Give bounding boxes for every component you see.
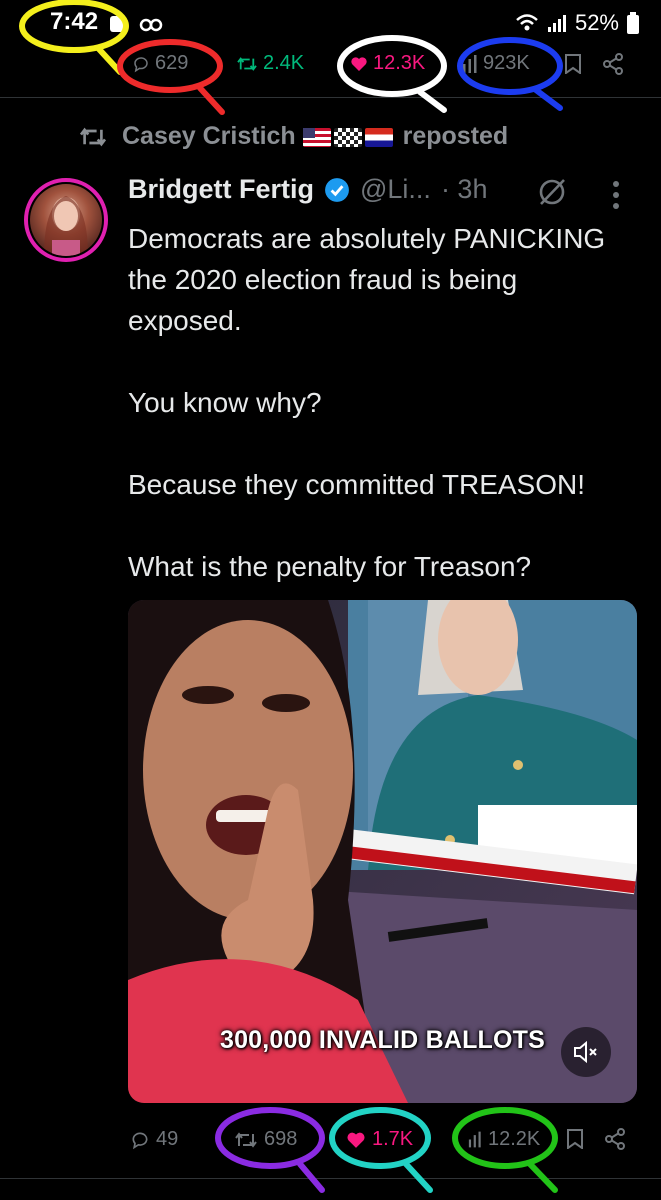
- like-count: 1.7K: [372, 1128, 414, 1150]
- reply-icon: [130, 1130, 150, 1150]
- divider: [0, 1178, 661, 1179]
- like-icon: [350, 55, 368, 72]
- top-reply-button[interactable]: 629: [132, 52, 188, 75]
- top-like-count: 12.3K: [373, 52, 426, 74]
- author-handle[interactable]: @Li...: [360, 174, 431, 205]
- tweet-text: Democrats are absolutely PANICKING the 2…: [128, 223, 606, 582]
- mute-button[interactable]: [561, 1027, 611, 1077]
- top-views-button[interactable]: 923K: [462, 52, 530, 75]
- signal-icon: [547, 13, 567, 33]
- grok-icon[interactable]: [536, 176, 568, 208]
- reply-button[interactable]: 49: [130, 1128, 178, 1151]
- share-icon: [602, 53, 624, 75]
- reply-icon: [132, 55, 150, 73]
- top-views-count: 923K: [483, 52, 530, 74]
- repost-icon: [236, 55, 258, 73]
- repost-count: 698: [264, 1128, 298, 1150]
- us-flag-icon: [302, 127, 331, 147]
- reposted-label: reposted: [402, 122, 509, 150]
- bookmark-button[interactable]: [566, 1129, 584, 1149]
- top-bookmark-button[interactable]: [564, 54, 582, 74]
- checkered-flag-icon: [333, 127, 362, 147]
- views-icon: [468, 1131, 482, 1148]
- views-icon: [462, 54, 478, 73]
- top-reply-count: 629: [155, 52, 189, 74]
- like-icon: [346, 1130, 366, 1149]
- status-right: 52%: [515, 10, 639, 36]
- divider: [0, 97, 661, 98]
- battery-icon: [627, 12, 639, 34]
- top-like-button[interactable]: 12.3K: [350, 52, 425, 75]
- top-repost-button[interactable]: 2.4K: [236, 52, 304, 75]
- share-button[interactable]: [604, 1128, 626, 1150]
- repost-line[interactable]: Casey Cristich reposted: [78, 122, 508, 151]
- repost-icon: [78, 125, 108, 149]
- author-name[interactable]: Bridgett Fertig: [128, 174, 314, 205]
- mute-icon: [573, 1040, 599, 1064]
- croatia-flag-icon: [364, 127, 393, 147]
- author-row: Bridgett Fertig @Li... · 3h: [128, 174, 487, 205]
- repost-icon: [234, 1130, 258, 1150]
- more-icon[interactable]: [612, 180, 620, 210]
- link-icon: [110, 16, 164, 32]
- share-icon: [604, 1128, 626, 1150]
- repost-button[interactable]: 698: [234, 1128, 297, 1151]
- views-count: 12.2K: [488, 1128, 541, 1150]
- top-share-button[interactable]: [602, 53, 624, 75]
- wifi-icon: [515, 13, 539, 33]
- verified-icon: [324, 177, 350, 203]
- reposter-name: Casey Cristich: [122, 122, 296, 150]
- bookmark-icon: [566, 1129, 584, 1149]
- like-button[interactable]: 1.7K: [346, 1128, 413, 1151]
- views-button[interactable]: 12.2K: [468, 1128, 540, 1151]
- avatar[interactable]: [30, 184, 102, 256]
- top-repost-count: 2.4K: [263, 52, 305, 74]
- tweet-media[interactable]: 300,000 INVALID BALLOTS: [128, 600, 637, 1103]
- post-time: · 3h: [440, 174, 488, 204]
- status-time: 7:42: [50, 8, 99, 35]
- battery-text: 52%: [574, 10, 619, 35]
- bookmark-icon: [564, 54, 582, 74]
- reply-count: 49: [156, 1128, 179, 1150]
